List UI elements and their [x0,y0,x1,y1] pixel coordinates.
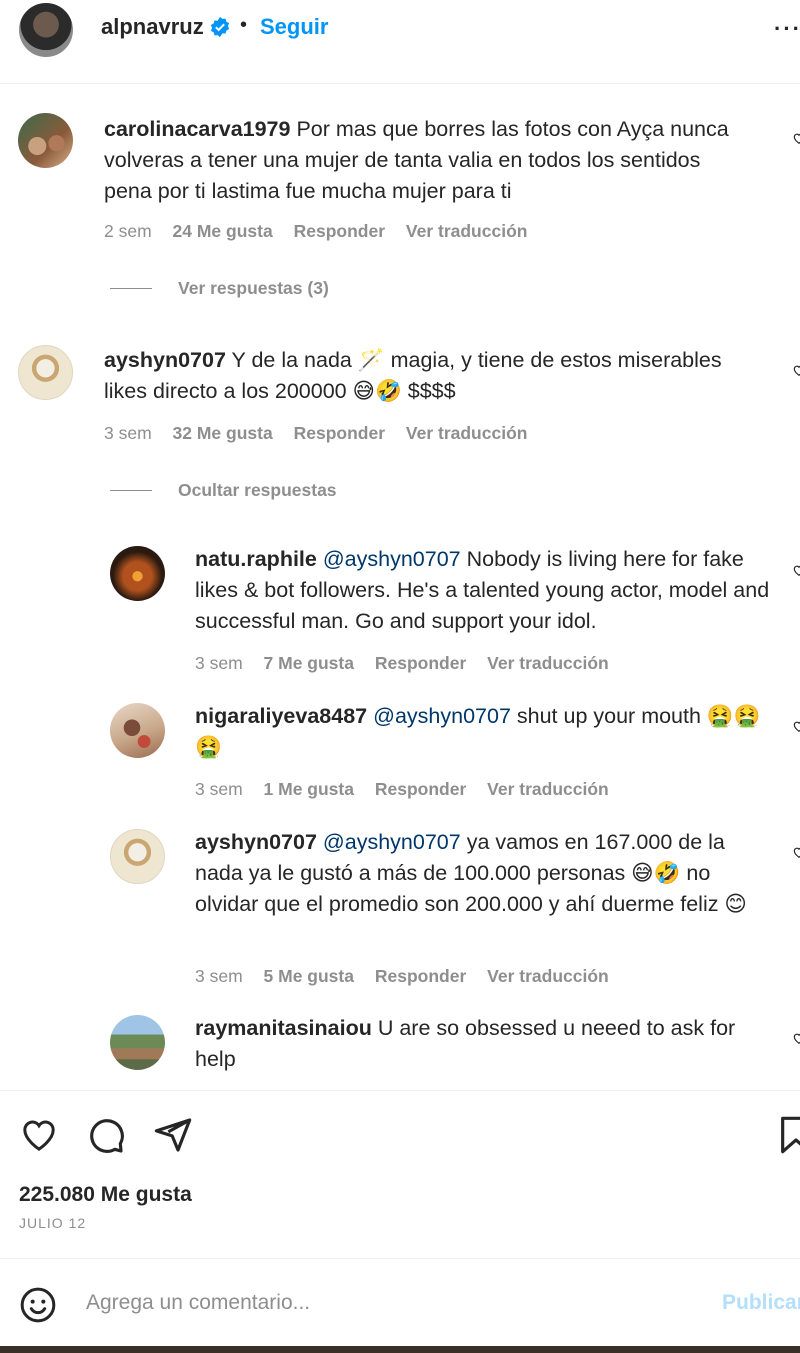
post-actions: 225.080 Me gusta JULIO 12 [0,1090,800,1260]
replier-avatar[interactable] [110,703,165,758]
comment-body: carolinacarva1979 Por mas que borres las… [104,114,744,207]
replier-avatar[interactable] [110,829,165,884]
comment-meta: 2 sem 24 Me gusta Responder Ver traducci… [104,221,543,242]
reply-button[interactable]: Responder [375,653,466,673]
replies-divider-line [110,490,152,491]
reply-likes[interactable]: 5 Me gusta [264,966,354,986]
comment-likes[interactable]: 32 Me gusta [173,423,273,443]
replier-avatar[interactable] [110,546,165,601]
verified-badge-icon [210,16,230,38]
comment-input[interactable] [86,1285,706,1321]
hide-replies-button[interactable]: Ocultar respuestas [110,480,337,501]
reply-item: raymanitasinaiou U are so obsessed u nee… [0,1009,800,1089]
reply-like-heart-icon[interactable] [792,845,800,859]
comment-item: ayshyn0707 Y de la nada 🪄 magia, y tiene… [0,325,800,505]
reply-likes[interactable]: 1 Me gusta [264,779,354,799]
commenter-avatar[interactable] [18,345,73,400]
reply-meta: 3 sem 1 Me gusta Responder Ver traducció… [195,779,625,800]
like-count[interactable]: 225.080 Me gusta [19,1183,192,1207]
translate-button[interactable]: Ver traducción [406,221,528,241]
reply-body: natu.raphile @ayshyn0707 Nobody is livin… [195,544,775,637]
replies-divider-line [110,288,152,289]
reply-button[interactable]: Responder [375,779,466,799]
comment-bubble-icon[interactable] [86,1115,126,1155]
reply-item: natu.raphile @ayshyn0707 Nobody is livin… [0,540,800,690]
translate-button[interactable]: Ver traducción [487,653,609,673]
reply-time[interactable]: 3 sem [195,653,243,673]
reply-like-heart-icon[interactable] [792,719,800,733]
like-heart-icon[interactable] [19,1115,59,1155]
reply-username[interactable]: nigaraliyeva8487 [195,704,367,728]
reply-item: nigaraliyeva8487 @ayshyn0707 shut up you… [0,697,800,817]
reply-username[interactable]: raymanitasinaiou [195,1016,372,1040]
reply-mention[interactable]: @ayshyn0707 [323,830,461,854]
post-header: alpnavruz • Seguir ··· [0,0,800,84]
reply-body: ayshyn0707 @ayshyn0707 ya vamos en 167.0… [195,827,775,920]
hide-replies-label: Ocultar respuestas [178,480,337,500]
author-avatar[interactable] [19,3,73,57]
reply-username[interactable]: natu.raphile [195,547,317,571]
comment-like-heart-icon[interactable] [792,131,800,145]
follow-button[interactable]: Seguir [260,14,328,40]
comment-time[interactable]: 2 sem [104,221,152,241]
reply-meta: 3 sem 7 Me gusta Responder Ver traducció… [195,653,625,674]
reply-mention[interactable]: @ayshyn0707 [373,704,511,728]
reply-mention[interactable]: @ayshyn0707 [323,547,461,571]
comment-username[interactable]: ayshyn0707 [104,348,226,372]
comments-list[interactable]: carolinacarva1979 Por mas que borres las… [0,85,800,1089]
translate-button[interactable]: Ver traducción [406,423,528,443]
reply-meta: 3 sem 5 Me gusta Responder Ver traducció… [195,966,625,987]
separator-dot: • [240,14,248,36]
save-bookmark-icon[interactable] [776,1115,800,1155]
replier-avatar[interactable] [110,1015,165,1070]
next-post-preview [0,1346,800,1353]
post-date: JULIO 12 [19,1215,87,1231]
comment-likes[interactable]: 24 Me gusta [173,221,273,241]
reply-body: nigaraliyeva8487 @ayshyn0707 shut up you… [195,701,775,763]
commenter-avatar[interactable] [18,113,73,168]
more-options-icon[interactable]: ··· [774,16,800,42]
reply-time[interactable]: 3 sem [195,966,243,986]
reply-button[interactable]: Responder [375,966,466,986]
reply-username[interactable]: ayshyn0707 [195,830,317,854]
view-replies-label: Ver respuestas (3) [178,278,329,298]
comment-item: carolinacarva1979 Por mas que borres las… [0,85,800,315]
reply-like-heart-icon[interactable] [792,1031,800,1045]
share-send-icon[interactable] [153,1115,193,1155]
reply-time[interactable]: 3 sem [195,779,243,799]
comment-time[interactable]: 3 sem [104,423,152,443]
add-comment-bar: Publicar [0,1258,800,1346]
reply-button[interactable]: Responder [294,423,385,443]
reply-like-heart-icon[interactable] [792,563,800,577]
translate-button[interactable]: Ver traducción [487,966,609,986]
comment-body: ayshyn0707 Y de la nada 🪄 magia, y tiene… [104,345,744,407]
emoji-smiley-icon[interactable] [18,1285,58,1325]
author-username[interactable]: alpnavruz [101,14,204,40]
comment-username[interactable]: carolinacarva1979 [104,117,290,141]
reply-likes[interactable]: 7 Me gusta [264,653,354,673]
view-replies-button[interactable]: Ver respuestas (3) [110,278,329,299]
reply-button[interactable]: Responder [294,221,385,241]
translate-button[interactable]: Ver traducción [487,779,609,799]
comment-like-heart-icon[interactable] [792,363,800,377]
publish-button[interactable]: Publicar [722,1291,800,1315]
reply-body: raymanitasinaiou U are so obsessed u nee… [195,1013,775,1075]
reply-item: ayshyn0707 @ayshyn0707 ya vamos en 167.0… [0,823,800,1003]
comment-meta: 3 sem 32 Me gusta Responder Ver traducci… [104,423,543,444]
